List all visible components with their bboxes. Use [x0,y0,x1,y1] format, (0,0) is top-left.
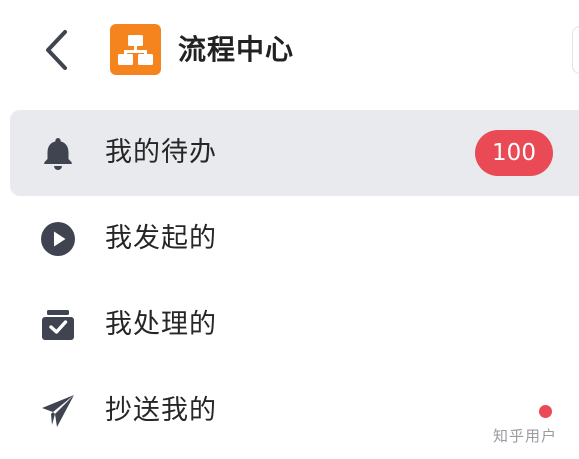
count-badge: 100 [475,130,553,176]
menu-item-label: 我的待办 [105,137,217,168]
watermark: 知乎用户 [493,427,558,445]
app-logo [110,24,161,75]
chevron-left-icon [46,30,67,70]
paper-plane-icon [42,395,74,427]
menu-item-label: 抄送我的 [105,395,217,426]
menu-item-label: 我发起的 [105,223,217,254]
menu-item-my-todo[interactable]: 我的待办 100 [10,110,579,196]
unread-dot [539,405,552,418]
back-button[interactable] [36,27,76,73]
archive-check-icon [42,310,74,340]
bell-icon [44,138,72,170]
menu-item-label: 我处理的 [105,309,217,340]
header: 流程中心 [0,0,579,100]
header-edge-panel [572,26,579,74]
flow-center-panel: 流程中心 我的待办 100 我发起的 我处理的 抄送我的 知乎用户 [0,0,579,459]
play-circle-icon [41,222,75,256]
org-chart-icon [118,35,153,65]
page-title: 流程中心 [178,33,295,66]
menu-item-initiated[interactable]: 我发起的 [10,196,579,282]
menu-item-handled[interactable]: 我处理的 [10,282,579,368]
